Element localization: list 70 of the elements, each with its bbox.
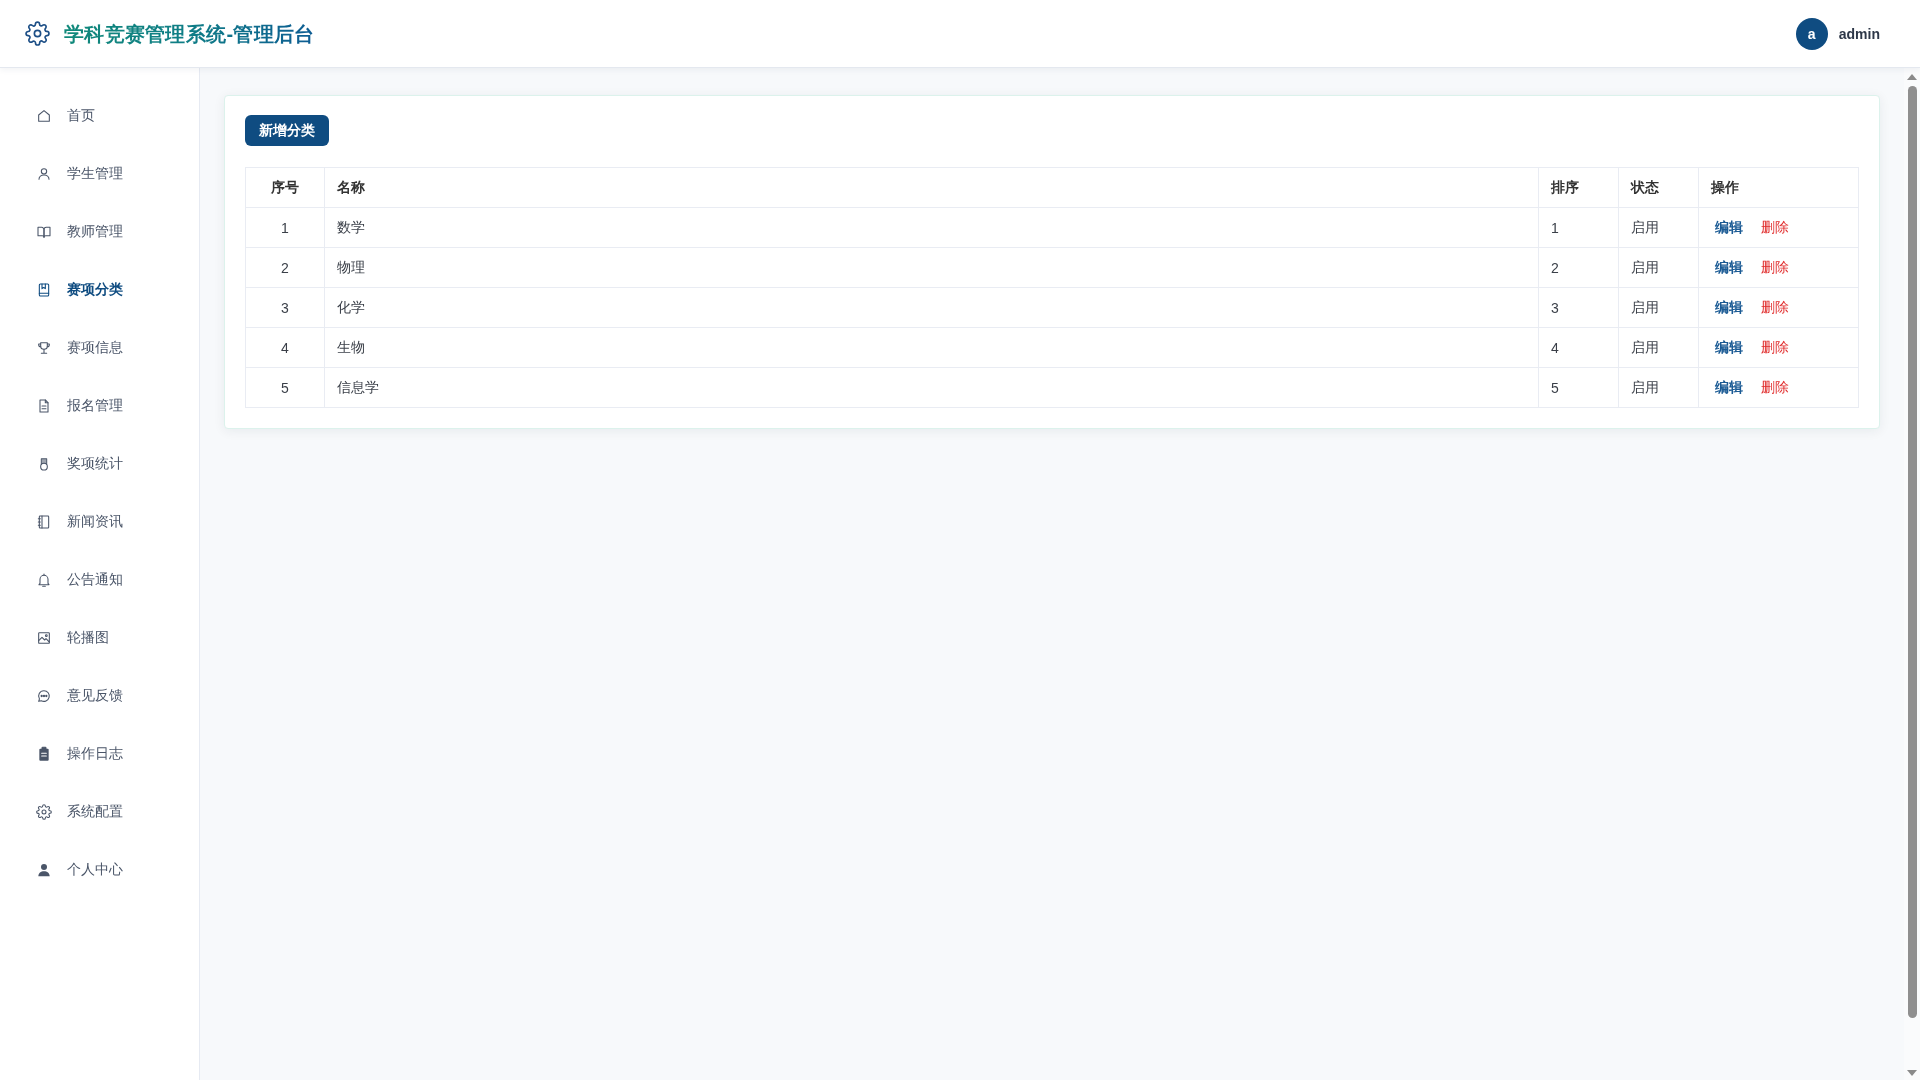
table-cell: 4 (1538, 327, 1619, 368)
column-header: 排序 (1538, 167, 1619, 208)
person-icon (36, 862, 52, 878)
sidebar-item[interactable]: 学生管理 (0, 145, 199, 203)
bell-icon (36, 572, 52, 588)
scroll-down-icon[interactable] (1907, 1070, 1917, 1076)
sidebar-item[interactable]: 操作日志 (0, 725, 199, 783)
table-cell: 启用 (1618, 367, 1699, 408)
sidebar-item[interactable]: 轮播图 (0, 609, 199, 667)
book-icon (36, 224, 52, 240)
edit-link[interactable]: 编辑 (1711, 376, 1747, 399)
scroll-up-icon[interactable] (1907, 74, 1917, 80)
table-cell: 4 (245, 327, 325, 368)
table-cell: 5 (1538, 367, 1619, 408)
sidebar-item[interactable]: 赛项分类 (0, 261, 199, 319)
user-icon (36, 166, 52, 182)
edit-link[interactable]: 编辑 (1711, 256, 1747, 279)
delete-link[interactable]: 删除 (1757, 216, 1793, 239)
settings-icon (36, 804, 52, 820)
trophy-icon (36, 340, 52, 356)
sidebar-item[interactable]: 奖项统计 (0, 435, 199, 493)
sidebar-item[interactable]: 赛项信息 (0, 319, 199, 377)
column-header: 操作 (1698, 167, 1859, 208)
edit-link[interactable]: 编辑 (1711, 296, 1747, 319)
delete-link[interactable]: 删除 (1757, 376, 1793, 399)
column-header: 序号 (245, 167, 325, 208)
sidebar-item[interactable]: 意见反馈 (0, 667, 199, 725)
user-name: admin (1838, 25, 1880, 42)
table-cell: 启用 (1618, 287, 1699, 328)
user-avatar: a (1795, 17, 1828, 50)
table-cell: 启用 (1618, 327, 1699, 368)
edit-link[interactable]: 编辑 (1711, 336, 1747, 359)
image-icon (36, 630, 52, 646)
delete-link[interactable]: 删除 (1757, 336, 1793, 359)
table-cell: 1 (1538, 207, 1619, 248)
column-header: 名称 (324, 167, 1539, 208)
notebook-icon (36, 514, 52, 530)
edit-link[interactable]: 编辑 (1711, 216, 1747, 239)
table-cell: 1 (245, 207, 325, 248)
table-cell: 化学 (324, 287, 1539, 328)
table-cell: 3 (245, 287, 325, 328)
column-header: 状态 (1618, 167, 1699, 208)
scrollbar-thumb[interactable] (1907, 86, 1917, 1018)
table-cell: 物理 (324, 247, 1539, 288)
table-cell: 信息学 (324, 367, 1539, 408)
bookmark-book-icon (36, 282, 52, 298)
clipboard-icon (36, 746, 52, 762)
table-cell: 启用 (1618, 207, 1699, 248)
sidebar-item[interactable]: 公告通知 (0, 551, 199, 609)
table-cell: 3 (1538, 287, 1619, 328)
sidebar-item[interactable]: 首页 (0, 87, 199, 145)
add-category-button[interactable]: 新增分类 (245, 115, 329, 146)
table-cell: 2 (245, 247, 325, 288)
sidebar-item[interactable]: 个人中心 (0, 841, 199, 899)
house-icon (36, 108, 52, 124)
sidebar-item[interactable]: 报名管理 (0, 377, 199, 435)
table-cell: 生物 (324, 327, 1539, 368)
sidebar-item[interactable]: 教师管理 (0, 203, 199, 261)
sidebar-item[interactable]: 系统配置 (0, 783, 199, 841)
table-cell: 启用 (1618, 247, 1699, 288)
table-cell: 5 (245, 367, 325, 408)
table-cell: 数学 (324, 207, 1539, 248)
app-title: 学科竞赛管理系统-管理后台 (64, 20, 315, 47)
settings-icon (25, 21, 50, 46)
chat-icon (36, 688, 52, 704)
document-icon (36, 398, 52, 414)
sidebar-item[interactable]: 新闻资讯 (0, 493, 199, 551)
delete-link[interactable]: 删除 (1757, 296, 1793, 319)
delete-link[interactable]: 删除 (1757, 256, 1793, 279)
table-cell: 2 (1538, 247, 1619, 288)
